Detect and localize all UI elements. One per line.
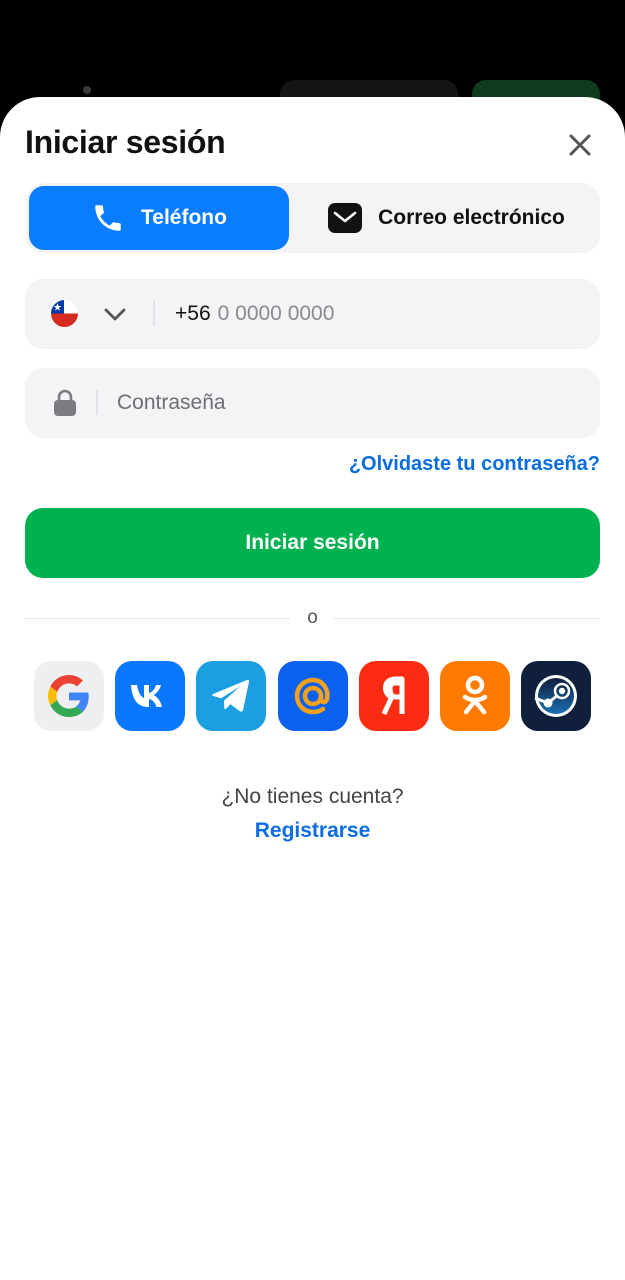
chile-flag-icon (51, 300, 78, 327)
telegram-button[interactable] (196, 661, 266, 731)
field-divider (96, 390, 98, 415)
password-field[interactable]: Contraseña (25, 368, 600, 438)
mail-ru-button[interactable] (278, 661, 348, 731)
country-dropdown[interactable] (103, 303, 127, 330)
page-title: Iniciar sesión (25, 124, 226, 160)
phone-icon (91, 201, 125, 235)
close-icon (569, 134, 591, 156)
odnoklassniki-icon (462, 675, 488, 715)
social-login-row (34, 661, 592, 731)
background-dot (83, 86, 91, 94)
yandex-icon (381, 676, 405, 716)
forgot-password-link[interactable]: ¿Olvidaste tu contraseña? (349, 453, 600, 476)
tab-phone-label: Teléfono (141, 206, 227, 229)
vk-button[interactable] (115, 661, 185, 731)
country-code: +56 (175, 302, 211, 325)
close-button[interactable] (562, 127, 598, 163)
google-button[interactable] (34, 661, 104, 731)
register-link[interactable]: Registrarse (0, 819, 625, 843)
tab-phone[interactable]: Teléfono (29, 186, 289, 250)
steam-button[interactable] (521, 661, 591, 731)
login-sheet: Iniciar sesión Teléfono Correo electróni… (0, 97, 625, 1280)
phone-field[interactable]: +56 0 0000 0000 (25, 279, 600, 349)
field-divider (153, 301, 155, 326)
google-icon (48, 675, 89, 717)
odnoklassniki-button[interactable] (440, 661, 510, 731)
tab-email[interactable]: Correo electrónico (296, 186, 597, 250)
login-button[interactable]: Iniciar sesión (25, 508, 600, 578)
chevron-down-icon (104, 308, 126, 321)
lock-icon (53, 389, 77, 422)
no-account-text: ¿No tienes cuenta? (221, 785, 404, 808)
login-method-tabs: Teléfono Correo electrónico (26, 183, 600, 253)
phone-placeholder: 0 0000 0000 (217, 302, 335, 325)
or-divider: o (25, 607, 600, 631)
mail-icon (328, 203, 363, 233)
vk-icon (131, 685, 162, 707)
telegram-icon (212, 679, 250, 712)
password-input[interactable]: Contraseña (117, 388, 226, 418)
yandex-button[interactable] (359, 661, 429, 731)
or-text: o (307, 607, 318, 628)
phone-input[interactable]: +56 0 0000 0000 (175, 299, 334, 329)
tab-email-label: Correo electrónico (378, 206, 565, 229)
mail-ru-icon (294, 677, 330, 715)
steam-icon (534, 675, 577, 717)
